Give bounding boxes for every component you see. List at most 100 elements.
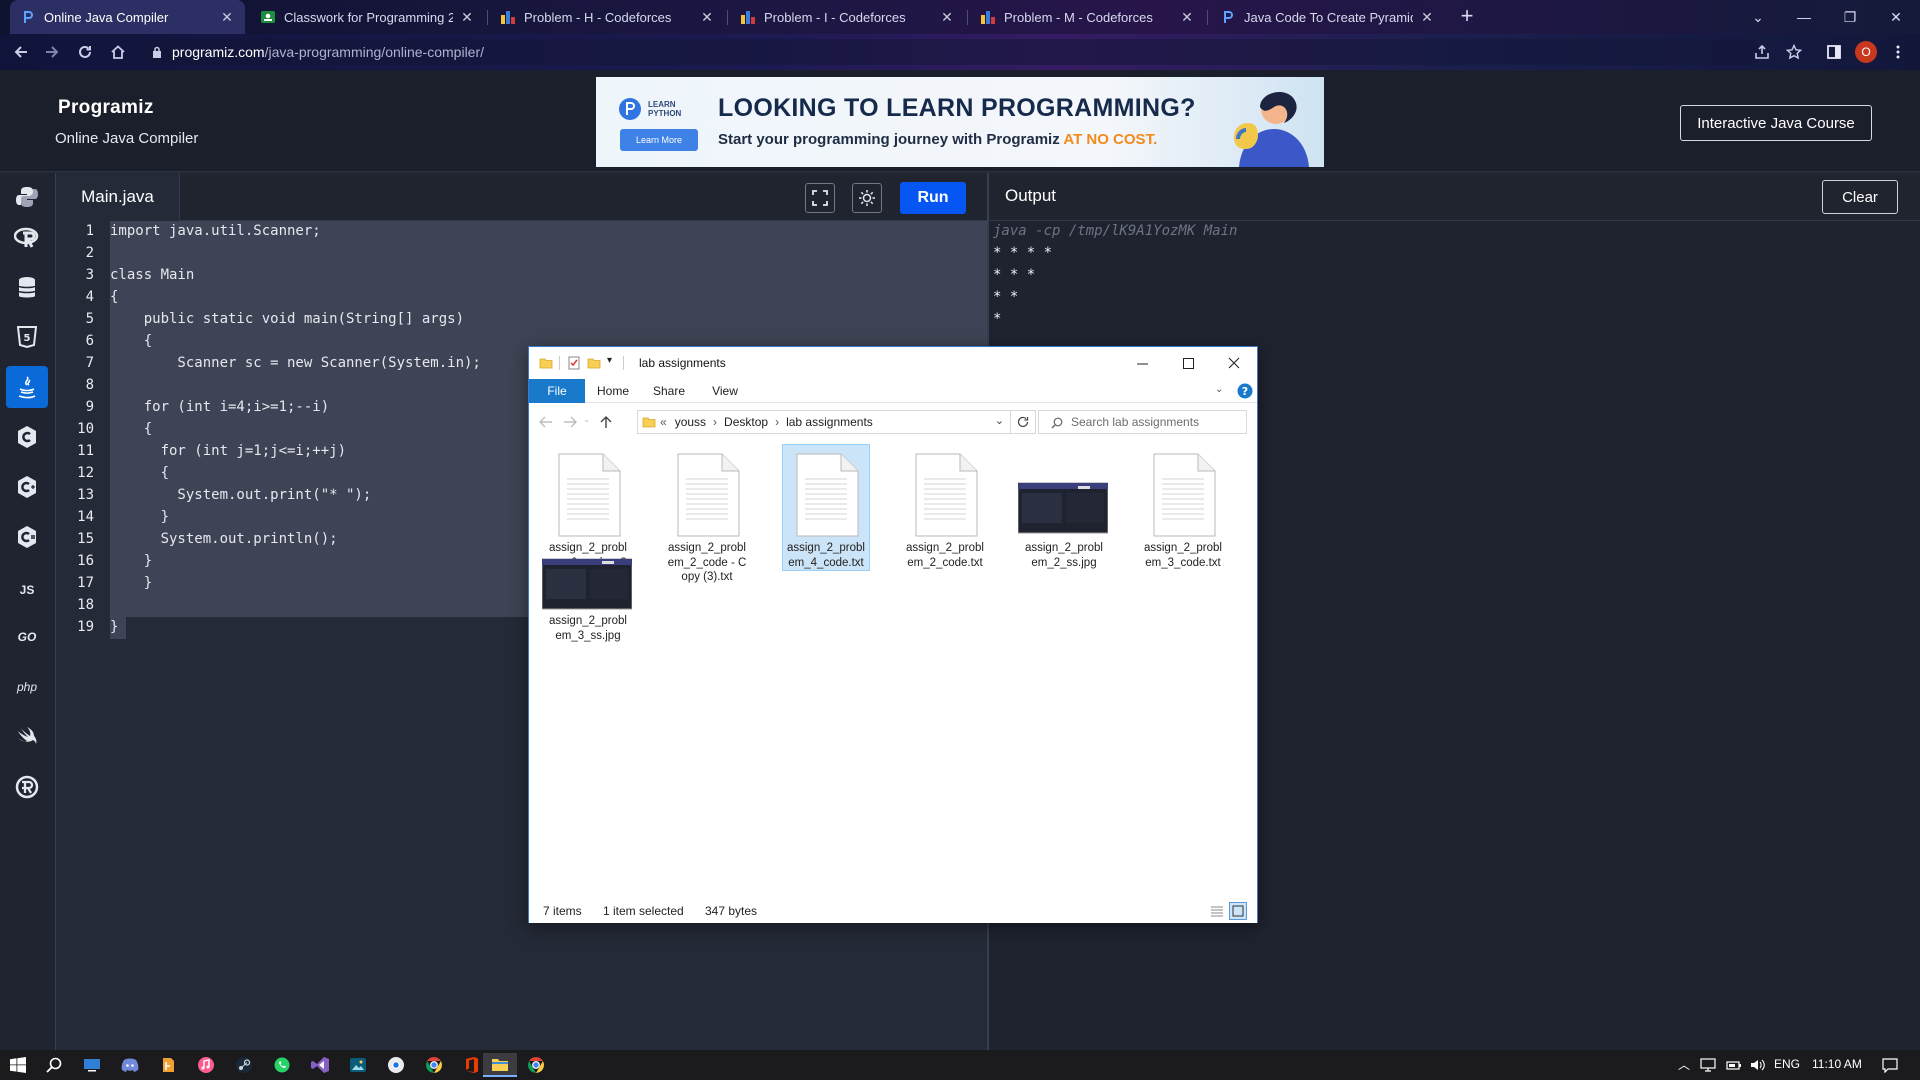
- file-explorer-taskbar-icon[interactable]: [483, 1053, 517, 1077]
- search-icon[interactable]: [42, 1053, 66, 1077]
- browser-tab[interactable]: Problem - M - Codeforces ✕: [970, 0, 1205, 34]
- address-dropdown-icon[interactable]: ⌄: [995, 414, 1004, 427]
- swift-icon[interactable]: [6, 716, 48, 758]
- file-item[interactable]: assign_2_problem_3_ss.jpg: [542, 550, 632, 643]
- new-tab-button[interactable]: +: [1455, 5, 1479, 29]
- close-window-icon[interactable]: ✕: [1873, 0, 1919, 34]
- large-icons-view-icon[interactable]: [1229, 902, 1247, 920]
- javascript-icon[interactable]: JS: [6, 569, 48, 611]
- chrome-beta-icon[interactable]: [384, 1053, 408, 1077]
- chrome-icon[interactable]: [422, 1053, 446, 1077]
- breadcrumb-item[interactable]: youss: [675, 415, 706, 429]
- restore-icon[interactable]: ❐: [1827, 0, 1873, 34]
- explorer-search-box[interactable]: Search lab assignments: [1038, 410, 1247, 434]
- php-icon[interactable]: php: [6, 666, 48, 708]
- ribbon-tab-view[interactable]: View: [697, 379, 753, 403]
- python-icon[interactable]: [6, 176, 48, 218]
- breadcrumb-item[interactable]: lab assignments: [786, 415, 873, 429]
- programiz-logo[interactable]: Programiz: [58, 97, 154, 119]
- photo-app-icon[interactable]: [346, 1053, 370, 1077]
- close-tab-icon[interactable]: ✕: [219, 9, 235, 26]
- clock[interactable]: 11:10 AM: [1812, 1057, 1862, 1071]
- ad-banner[interactable]: LEARN PYTHON Learn More LOOKING TO LEARN…: [596, 77, 1324, 167]
- recent-locations-icon[interactable]: ⌄: [583, 414, 591, 425]
- java-ide-icon[interactable]: [156, 1053, 180, 1077]
- run-button[interactable]: Run: [900, 182, 966, 214]
- ribbon-tab-share[interactable]: Share: [641, 379, 697, 403]
- close-window-icon[interactable]: [1211, 347, 1257, 379]
- csharp-icon[interactable]: [6, 516, 48, 558]
- overflow-chevron-icon[interactable]: «: [660, 415, 667, 429]
- discord-icon[interactable]: [118, 1053, 142, 1077]
- battery-icon[interactable]: [1726, 1058, 1742, 1072]
- up-arrow-icon[interactable]: [599, 415, 613, 429]
- minimize-icon[interactable]: —: [1781, 0, 1827, 34]
- clear-button[interactable]: Clear: [1822, 180, 1898, 214]
- home-icon[interactable]: [106, 40, 130, 64]
- share-icon[interactable]: [1750, 40, 1774, 64]
- database-sql-icon[interactable]: [6, 267, 48, 309]
- address-bar[interactable]: programiz.com/java-programming/online-co…: [140, 39, 1760, 65]
- cpp-icon[interactable]: [6, 466, 48, 508]
- browser-tab[interactable]: Classwork for Programming 2 ✕: [250, 0, 485, 34]
- details-view-icon[interactable]: [1209, 903, 1225, 919]
- visual-studio-icon[interactable]: [308, 1053, 332, 1077]
- reload-icon[interactable]: [73, 40, 97, 64]
- maximize-icon[interactable]: [1165, 347, 1211, 379]
- file-tab[interactable]: Main.java: [56, 173, 180, 221]
- learn-more-button[interactable]: Learn More: [620, 129, 698, 151]
- explorer-address-bar[interactable]: « youss › Desktop › lab assignments ⌄: [637, 410, 1011, 434]
- input-language[interactable]: ENG: [1774, 1057, 1800, 1071]
- back-icon[interactable]: [539, 416, 553, 428]
- ribbon-tab-home[interactable]: Home: [585, 379, 641, 403]
- close-tab-icon[interactable]: ✕: [1419, 9, 1435, 26]
- file-item[interactable]: assign_2_problem_2_ss.jpg: [1018, 445, 1108, 570]
- tab-search-icon[interactable]: ⌄: [1735, 0, 1781, 34]
- properties-icon[interactable]: [567, 356, 581, 370]
- go-icon[interactable]: GO: [6, 616, 48, 658]
- close-tab-icon[interactable]: ✕: [459, 9, 475, 26]
- more-menu-icon[interactable]: [1886, 40, 1910, 64]
- browser-tab[interactable]: Problem - I - Codeforces ✕: [730, 0, 965, 34]
- monitor-icon[interactable]: [1700, 1058, 1716, 1072]
- forward-icon[interactable]: [40, 40, 64, 64]
- whatsapp-icon[interactable]: [270, 1053, 294, 1077]
- rust-icon[interactable]: [6, 766, 48, 808]
- browser-tab[interactable]: Online Java Compiler ✕: [10, 0, 245, 34]
- close-tab-icon[interactable]: ✕: [939, 9, 955, 26]
- expand-ribbon-icon[interactable]: ⌄: [1215, 384, 1223, 395]
- bookmark-star-icon[interactable]: [1782, 40, 1806, 64]
- forward-icon[interactable]: [563, 416, 577, 428]
- steam-icon[interactable]: [232, 1053, 256, 1077]
- java-icon[interactable]: [6, 366, 48, 408]
- browser-tab[interactable]: Java Code To Create Pyramid and ✕: [1210, 0, 1445, 34]
- explorer-titlebar[interactable]: ▾ lab assignments: [529, 347, 1257, 379]
- file-item[interactable]: assign_2_problem_3_code.txt: [1139, 445, 1227, 570]
- new-folder-icon[interactable]: [587, 356, 601, 370]
- theme-toggle-icon[interactable]: [852, 183, 882, 213]
- back-icon[interactable]: [9, 40, 33, 64]
- help-icon[interactable]: ?: [1237, 383, 1253, 399]
- file-item-selected[interactable]: assign_2_problem_4_code.txt: [782, 444, 870, 571]
- minimize-icon[interactable]: [1119, 347, 1165, 379]
- interactive-course-button[interactable]: Interactive Java Course: [1680, 105, 1872, 141]
- itunes-icon[interactable]: [194, 1053, 218, 1077]
- file-item[interactable]: assign_2_problem_2_code.txt: [901, 445, 989, 570]
- sidepanel-icon[interactable]: [1822, 40, 1846, 64]
- fullscreen-icon[interactable]: [805, 183, 835, 213]
- file-item[interactable]: assign_2_problem_2_code - Copy (3).txt: [663, 445, 751, 585]
- chrome-icon[interactable]: [524, 1053, 548, 1077]
- office-icon[interactable]: [460, 1053, 484, 1077]
- quick-access-dropdown-icon[interactable]: ▾: [607, 355, 612, 366]
- breadcrumb-item[interactable]: Desktop: [724, 415, 768, 429]
- r-language-icon[interactable]: [6, 217, 48, 259]
- refresh-icon[interactable]: [1010, 410, 1036, 434]
- notifications-icon[interactable]: [1882, 1058, 1898, 1073]
- volume-icon[interactable]: [1750, 1058, 1766, 1072]
- task-view-icon[interactable]: [80, 1053, 104, 1077]
- start-icon[interactable]: [6, 1053, 30, 1077]
- c-language-icon[interactable]: [6, 416, 48, 458]
- html5-icon[interactable]: 5: [6, 316, 48, 358]
- close-tab-icon[interactable]: ✕: [699, 9, 715, 26]
- show-hidden-icons-icon[interactable]: ︿: [1678, 1056, 1690, 1073]
